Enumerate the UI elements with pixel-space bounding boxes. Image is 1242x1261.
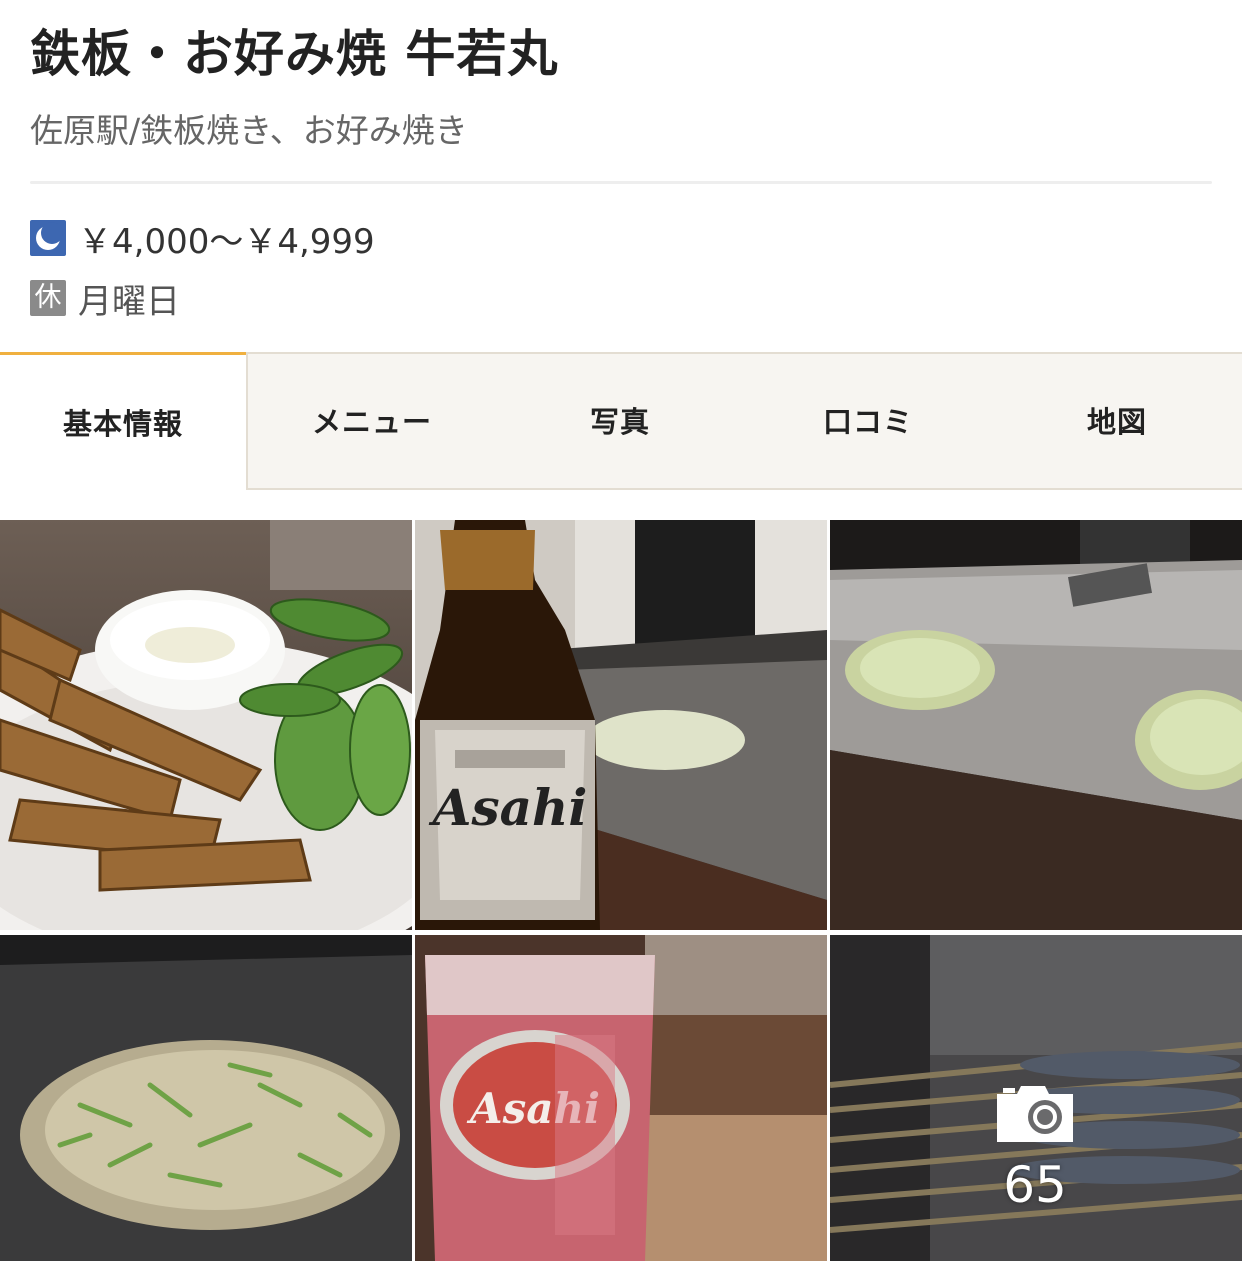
moon-icon — [30, 220, 66, 256]
svg-text:Asahi: Asahi — [429, 778, 588, 837]
photo-thumbnail[interactable]: Asahi — [415, 520, 827, 930]
dinner-price: ￥4,000～￥4,999 — [78, 221, 375, 262]
tab-bar: 基本情報 メニュー 写真 口コミ 地図 — [0, 352, 1242, 490]
photo-thumbnail[interactable] — [830, 520, 1242, 930]
photo-count: 65 — [1003, 1156, 1067, 1214]
station-genre[interactable]: 佐原駅/鉄板焼き、お好み焼き — [30, 104, 468, 152]
tab-photos[interactable]: 写真 — [496, 352, 744, 488]
photo-count-overlay[interactable]: 65 — [962, 1082, 1108, 1214]
closed-day-row: 休 月曜日 — [30, 278, 180, 322]
tab-reviews[interactable]: 口コミ — [744, 352, 992, 488]
tab-menu[interactable]: メニュー — [248, 352, 496, 488]
camera-icon — [997, 1086, 1073, 1142]
photo-thumbnail[interactable]: Asahi — [415, 935, 827, 1261]
restaurant-name: 鉄板・お好み焼 牛若丸 — [30, 25, 559, 83]
tab-map[interactable]: 地図 — [992, 352, 1242, 488]
closed-badge: 休 — [30, 280, 66, 316]
dinner-price-row: ￥4,000～￥4,999 — [30, 218, 375, 262]
closed-day: 月曜日 — [78, 281, 180, 322]
header-divider — [30, 181, 1212, 184]
photo-thumbnail[interactable] — [0, 520, 412, 930]
photo-thumbnail[interactable] — [0, 935, 412, 1261]
tab-basic-info[interactable]: 基本情報 — [0, 352, 246, 488]
